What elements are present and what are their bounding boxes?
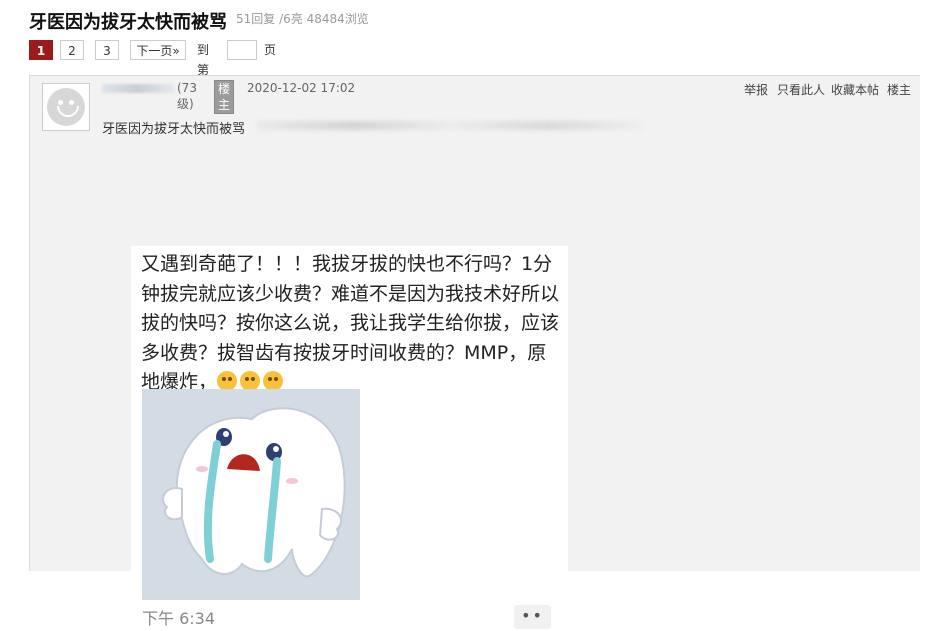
post-time: 2020-12-02 17:02: [247, 81, 356, 95]
screenshot-image: 又遇到奇葩了！！！我拔牙拔的快也不行吗？1分钟拔完就应该少收费？难道不是因为我技…: [131, 246, 568, 631]
floor-label: 楼主: [887, 83, 912, 97]
more-options-button[interactable]: ••: [514, 605, 551, 629]
avatar-placeholder-icon: [47, 88, 85, 126]
post-divider: [30, 75, 920, 76]
thread-header: 牙医因为拔牙太快而被骂 51回复 /6亮 48484浏览 1 2 3 下一页» …: [0, 0, 930, 80]
grimace-emoji-icon: [217, 371, 238, 391]
redacted-text: [257, 121, 645, 130]
post-card: (73级) 楼主 2020-12-02 17:02 举报 只看此人 收藏本帖 楼…: [29, 75, 920, 631]
page-3-button[interactable]: 3: [95, 40, 119, 60]
goto-page-input[interactable]: [227, 40, 257, 60]
page-1-button[interactable]: 1: [29, 40, 53, 60]
message-text: 又遇到奇葩了！！！我拔牙拔的快也不行吗？1分钟拔完就应该少收费？难道不是因为我技…: [141, 253, 560, 393]
grimace-emoji-icon: [263, 371, 284, 391]
crying-tooth-sticker: [142, 389, 360, 600]
only-this-user-link[interactable]: 只看此人: [777, 81, 825, 98]
goto-label: 到第: [197, 43, 210, 77]
username-redacted[interactable]: [102, 84, 174, 93]
goto-suffix: 页: [264, 43, 277, 57]
favorite-link[interactable]: 收藏本帖: [831, 81, 879, 98]
page-2-button[interactable]: 2: [60, 40, 84, 60]
message-time: 下午 6:34: [142, 609, 216, 628]
avatar[interactable]: [42, 83, 90, 131]
user-level: (73级): [177, 81, 197, 111]
next-page-button[interactable]: 下一页»: [130, 40, 186, 60]
report-link[interactable]: 举报: [744, 81, 768, 98]
thread-stats: 51回复 /6亮 48484浏览: [236, 12, 369, 26]
post-first-line: 牙医因为拔牙太快而被骂: [102, 122, 246, 137]
thread-title: 牙医因为拔牙太快而被骂: [29, 12, 227, 33]
op-badge: 楼主: [214, 80, 235, 114]
grimace-emoji-icon: [240, 371, 261, 391]
